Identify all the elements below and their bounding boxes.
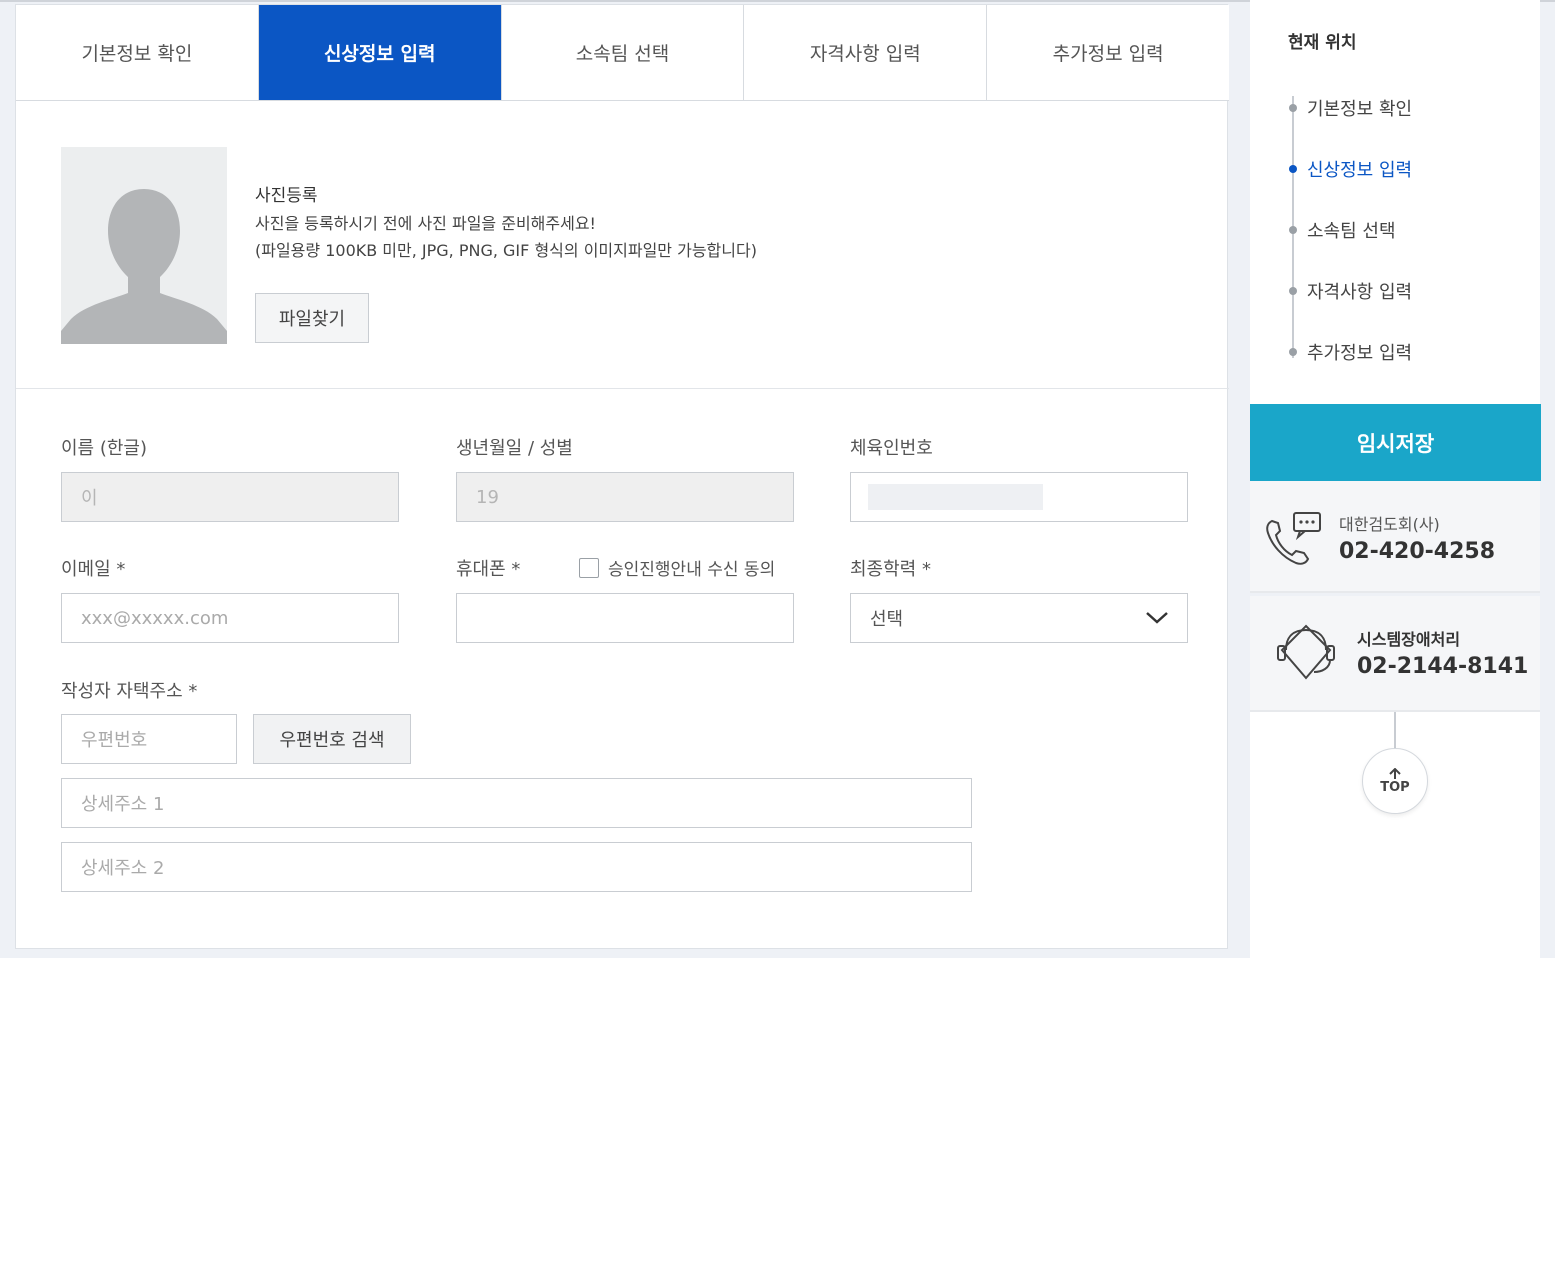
photo-instruction-line2: (파일용량 100KB 미만, JPG, PNG, GIF 형식의 이미지파일만… [255,241,757,260]
arrow-up-icon [1389,767,1401,779]
address-label: 작성자 자택주소 * [61,681,198,702]
tab-personal-info[interactable]: 신상정보 입력 [258,5,502,100]
phone-chat-icon [1266,512,1321,565]
address-detail-1-field[interactable]: 상세주소 1 [61,778,972,828]
file-browse-button[interactable]: 파일찾기 [255,293,369,343]
tab-additional-info[interactable]: 추가정보 입력 [987,5,1229,100]
step-tabs: 기본정보 확인 신상정보 입력 소속팀 선택 자격사항 입력 추가정보 입력 [16,5,1229,101]
temp-save-button[interactable]: 임시저장 [1250,404,1541,481]
nav-dot [1289,226,1297,234]
sport-number-input[interactable] [850,472,1188,522]
phone-field[interactable] [456,593,794,643]
nav-dot-active [1289,165,1297,173]
name-label: 이름 (한글) [61,438,148,459]
zipcode-field[interactable]: 우편번호 [61,714,237,764]
sidebar-bottom: TOP [1250,712,1540,958]
nav-dot [1289,287,1297,295]
headset-support-icon [1277,624,1335,680]
email-label: 이메일 * [61,559,126,580]
birth-label: 생년월일 / 성별 [456,438,573,459]
scroll-top-button[interactable]: TOP [1362,748,1428,814]
main-panel: 기본정보 확인 신상정보 입력 소속팀 선택 자격사항 입력 추가정보 입력 사… [15,4,1229,949]
tab-team-select[interactable]: 소속팀 선택 [501,5,745,100]
sport-number-label: 체육인번호 [850,438,933,459]
email-field[interactable]: xxx@xxxxx.com [61,593,399,643]
photo-section: 사진등록 사진을 등록하시기 전에 사진 파일을 준비해주세요! (파일용량 1… [16,101,1229,389]
contact1-name: 대한검도회(사) [1339,515,1440,534]
sidebar-item-additional-info[interactable]: 추가정보 입력 [1307,339,1412,365]
birth-input[interactable]: 19 [456,472,794,522]
sidebar-item-qualification[interactable]: 자격사항 입력 [1307,278,1412,304]
sidebar-item-basic-info[interactable]: 기본정보 확인 [1307,95,1412,121]
top-button-label: TOP [1380,779,1410,795]
name-input[interactable]: 이 [61,472,399,522]
consent-checkbox[interactable] [579,558,599,578]
photo-title: 사진등록 [255,186,318,206]
photo-instructions: 사진등록 사진을 등록하시기 전에 사진 파일을 준비해주세요! (파일용량 1… [255,183,757,264]
profile-photo-placeholder [61,147,227,344]
zipcode-search-button[interactable]: 우편번호 검색 [253,714,411,764]
avatar-silhouette-icon [61,147,227,344]
nav-dot [1289,104,1297,112]
phone-label: 휴대폰 * [456,559,521,580]
address-detail-2-field[interactable]: 상세주소 2 [61,842,972,892]
contact2-phone: 02-2144-8141 [1357,654,1529,679]
education-select[interactable]: 선택 [850,593,1188,643]
sidebar-item-team-select[interactable]: 소속팀 선택 [1307,217,1396,243]
contact-kendo-association: 대한검도회(사) 02-420-4258 [1250,481,1540,593]
contact-system-support: 시스템장애처리 02-2144-8141 [1250,596,1540,712]
location-sidebar: 현재 위치 기본정보 확인 신상정보 입력 소속팀 선택 자격사항 입력 추가정… [1250,0,1540,404]
education-label: 최종학력 * [850,559,931,580]
masked-value [868,484,1043,510]
sidebar-title: 현재 위치 [1288,33,1357,53]
tab-basic-info[interactable]: 기본정보 확인 [16,5,259,100]
top-connector-line [1394,712,1396,748]
contact1-phone: 02-420-4258 [1339,539,1496,564]
tab-qualification[interactable]: 자격사항 입력 [744,5,988,100]
nav-dot [1289,348,1297,356]
photo-instruction-line1: 사진을 등록하시기 전에 사진 파일을 준비해주세요! [255,214,596,233]
contact2-name: 시스템장애처리 [1357,630,1461,649]
chevron-down-icon [1146,612,1168,624]
education-selected-value: 선택 [870,609,904,630]
sidebar-item-personal-info[interactable]: 신상정보 입력 [1307,156,1412,182]
consent-label: 승인진행안내 수신 동의 [608,560,776,580]
